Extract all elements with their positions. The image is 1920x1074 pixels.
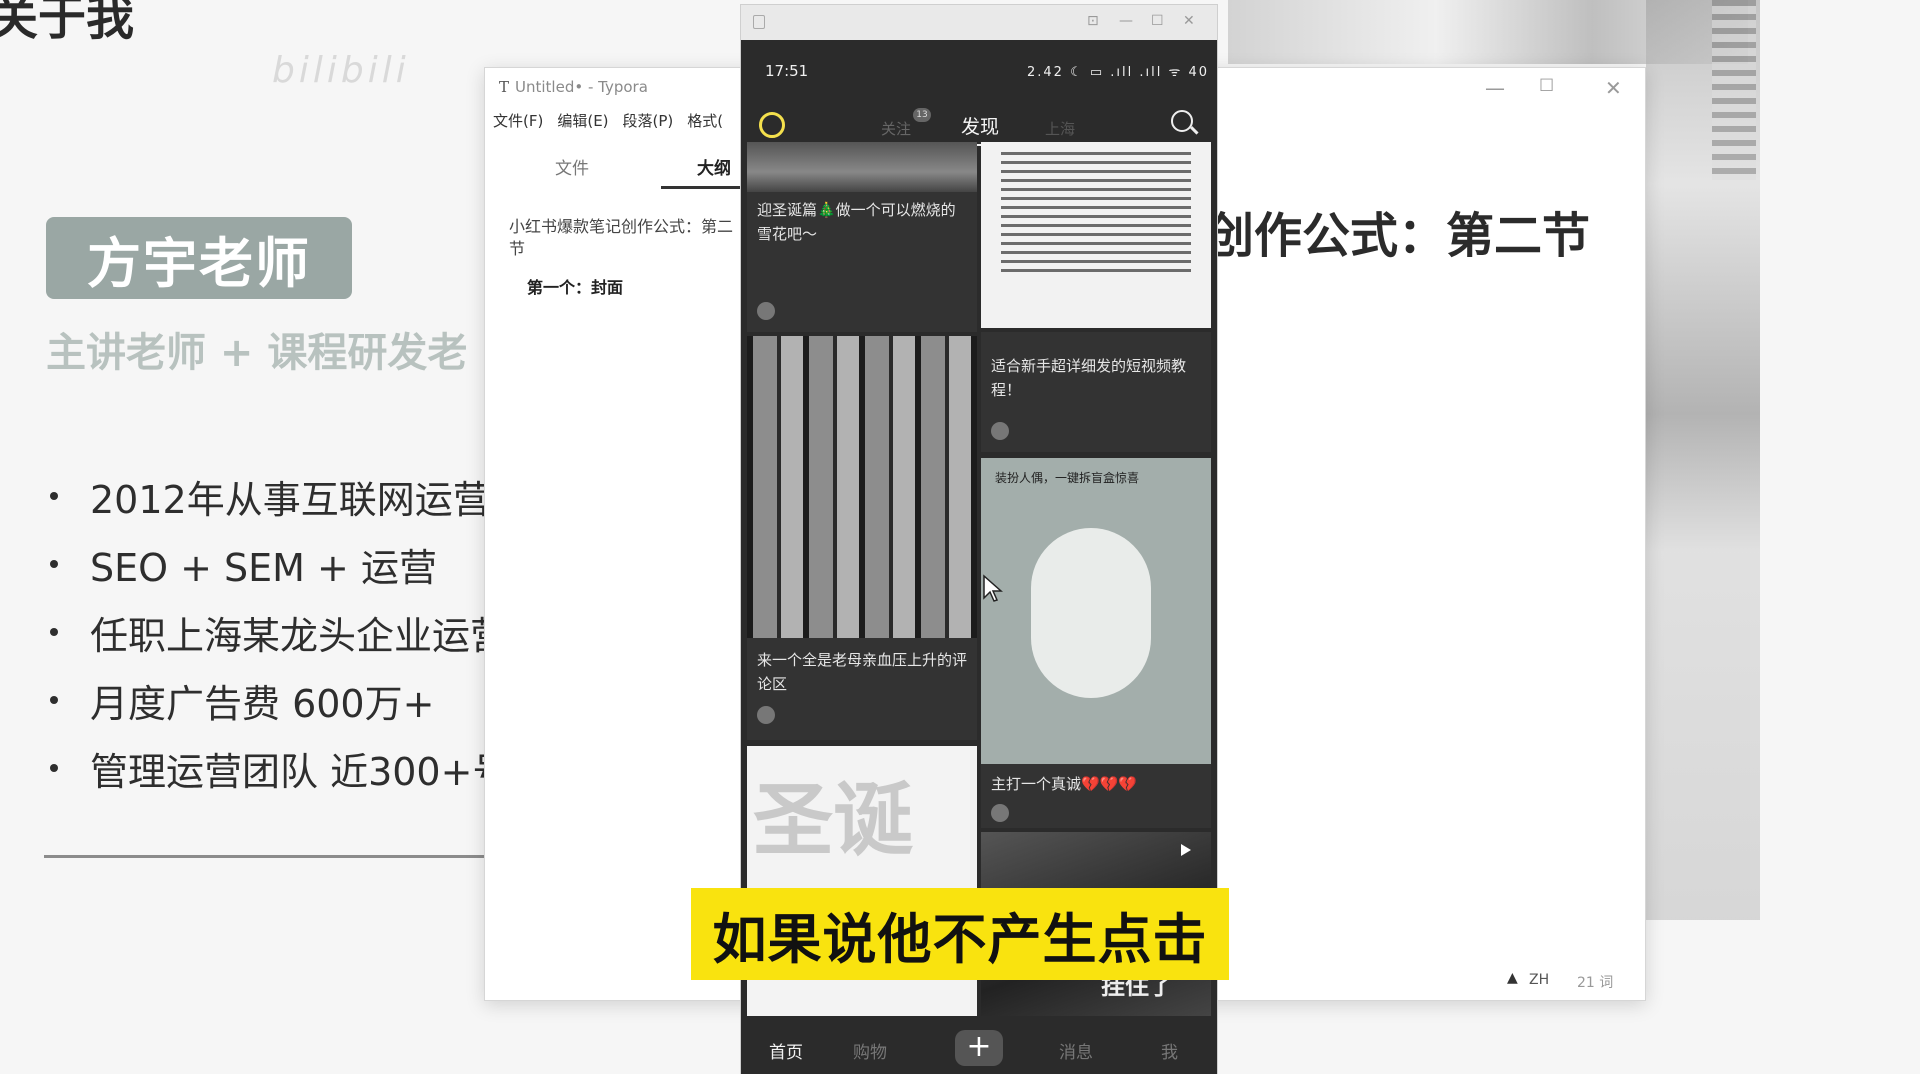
- minimize-button[interactable]: —: [1485, 76, 1505, 100]
- avatar: [757, 302, 775, 320]
- tab-files[interactable]: 文件: [555, 154, 589, 179]
- slide-photo-detail: [1712, 0, 1756, 180]
- video-subtitle-caption: 如果说他不产生点击: [691, 888, 1229, 980]
- bottom-nav: 首页 购物 + 消息 我: [741, 1020, 1217, 1074]
- card-illustration: [1031, 528, 1151, 698]
- warning-icon[interactable]: ▲: [1507, 970, 1518, 986]
- menu-format[interactable]: 格式(: [687, 110, 723, 131]
- bullet-dot-icon: [50, 696, 58, 704]
- nav-me[interactable]: 我: [1161, 1038, 1178, 1063]
- menu-edit[interactable]: 编辑(E): [557, 110, 608, 131]
- camera-icon[interactable]: [759, 112, 785, 138]
- slide-divider: [44, 855, 484, 858]
- card-author: [991, 422, 1015, 440]
- card-title: 来一个全是老母亲血压上升的评论区: [757, 651, 968, 693]
- card-title: 适合新手超详细发的短视频教程！: [991, 357, 1187, 399]
- feed-card[interactable]: 来一个全是老母亲血压上升的评论区: [747, 336, 977, 740]
- notification-badge: 13: [913, 108, 931, 122]
- outline-item-h1[interactable]: 小红书爆款笔记创作公式：第二节: [509, 216, 745, 260]
- bullet-dot-icon: [50, 560, 58, 568]
- bullet-item: SEO + SEM + 运营: [46, 530, 510, 598]
- teacher-name-badge: 方宇老师: [46, 217, 352, 299]
- bullet-item: 月度广告费 600万+: [46, 666, 510, 734]
- bullet-text: 任职上海某龙头企业运营: [90, 613, 509, 658]
- bullet-text: 月度广告费 600万+: [90, 681, 435, 726]
- bullet-dot-icon: [50, 764, 58, 772]
- menu-file[interactable]: 文件(F): [493, 110, 543, 131]
- feed-card[interactable]: 主打一个真诚💔💔💔: [981, 768, 1211, 828]
- maximize-button[interactable]: ☐: [1151, 13, 1164, 29]
- minimize-button[interactable]: —: [1119, 13, 1133, 29]
- bullet-item: 管理运营团队 近300+号: [46, 734, 510, 802]
- tab-follow[interactable]: 关注: [881, 118, 911, 139]
- tab-local[interactable]: 上海: [1045, 118, 1075, 139]
- typora-menu-bar: 文件(F) 编辑(E) 段落(P) 格式(: [493, 110, 723, 131]
- pin-icon[interactable]: ⊡: [1087, 13, 1099, 29]
- card-author: [757, 706, 781, 724]
- bullet-item: 任职上海某龙头企业运营: [46, 598, 510, 666]
- card-author: [991, 804, 1015, 822]
- close-button[interactable]: ✕: [1605, 76, 1622, 100]
- feed-card[interactable]: 迎圣诞篇🎄做一个可以燃烧的雪花吧～: [747, 142, 977, 332]
- status-time: 17:51: [765, 62, 809, 80]
- word-count[interactable]: 21 词: [1577, 972, 1613, 992]
- slide-heading: 关于我: [0, 0, 135, 46]
- bullet-dot-icon: [50, 628, 58, 636]
- window-title: Untitled• - Typora: [515, 78, 648, 96]
- tab-outline[interactable]: 大纲: [697, 154, 731, 179]
- card-title: 主打一个真诚💔💔💔: [991, 775, 1138, 793]
- close-button[interactable]: ✕: [1183, 13, 1195, 29]
- bullet-text: 2012年从事互联网运营: [90, 477, 491, 522]
- tab-active-indicator: [661, 186, 751, 189]
- play-icon: [1181, 844, 1191, 856]
- teacher-subtitle: 主讲老师 + 课程研发老: [46, 330, 468, 376]
- avatar: [757, 706, 775, 724]
- add-post-button[interactable]: +: [955, 1030, 1003, 1066]
- nav-shop[interactable]: 购物: [853, 1038, 887, 1063]
- sidebar-tabs: 文件 大纲: [485, 154, 751, 189]
- bullet-text: 管理运营团队 近300+号: [90, 749, 511, 794]
- mouse-cursor-icon: [983, 574, 1003, 602]
- language-indicator[interactable]: ZH: [1529, 972, 1549, 988]
- bullet-list: 2012年从事互联网运营 SEO + SEM + 运营 任职上海某龙头企业运营 …: [46, 462, 510, 802]
- card-title: 迎圣诞篇🎄做一个可以燃烧的雪花吧～: [757, 201, 956, 243]
- avatar: [991, 804, 1009, 822]
- card-thumbnail: [1001, 152, 1191, 276]
- card-author: [757, 302, 781, 320]
- search-icon[interactable]: [1171, 110, 1193, 132]
- tab-discover[interactable]: 发现: [961, 112, 999, 139]
- mirror-app-icon: [753, 15, 765, 29]
- typora-title-bar: T Untitled• - Typora: [499, 78, 648, 96]
- bullet-item: 2012年从事互联网运营: [46, 462, 510, 530]
- status-icons: 2.42 ☾ ▭ .ıll .ıll ᯤ 40: [1027, 65, 1210, 80]
- feed-card[interactable]: [981, 142, 1211, 328]
- maximize-button[interactable]: ☐: [1539, 76, 1554, 96]
- card-thumbnail: [747, 142, 977, 192]
- bullet-dot-icon: [50, 492, 58, 500]
- bilibili-watermark: bilibili: [272, 50, 410, 91]
- nav-home[interactable]: 首页: [769, 1038, 803, 1063]
- slide-right-title: 创作公式：第二节: [1206, 208, 1591, 264]
- nav-messages[interactable]: 消息: [1059, 1038, 1093, 1063]
- card-thumbnail: [747, 336, 977, 638]
- feed-card[interactable]: 适合新手超详细发的短视频教程！: [981, 332, 1211, 452]
- avatar: [991, 422, 1009, 440]
- card-cover-text: 圣诞: [753, 774, 913, 867]
- outline-item-h2[interactable]: 第一个：封面: [527, 274, 623, 298]
- typora-app-icon: T: [499, 78, 510, 96]
- feed-card[interactable]: 装扮人偶，一键拆盲盒惊喜: [981, 458, 1211, 794]
- menu-paragraph[interactable]: 段落(P): [623, 110, 674, 131]
- card-cover-text: 装扮人偶，一键拆盲盒惊喜: [995, 471, 1140, 485]
- bullet-text: SEO + SEM + 运营: [90, 545, 437, 590]
